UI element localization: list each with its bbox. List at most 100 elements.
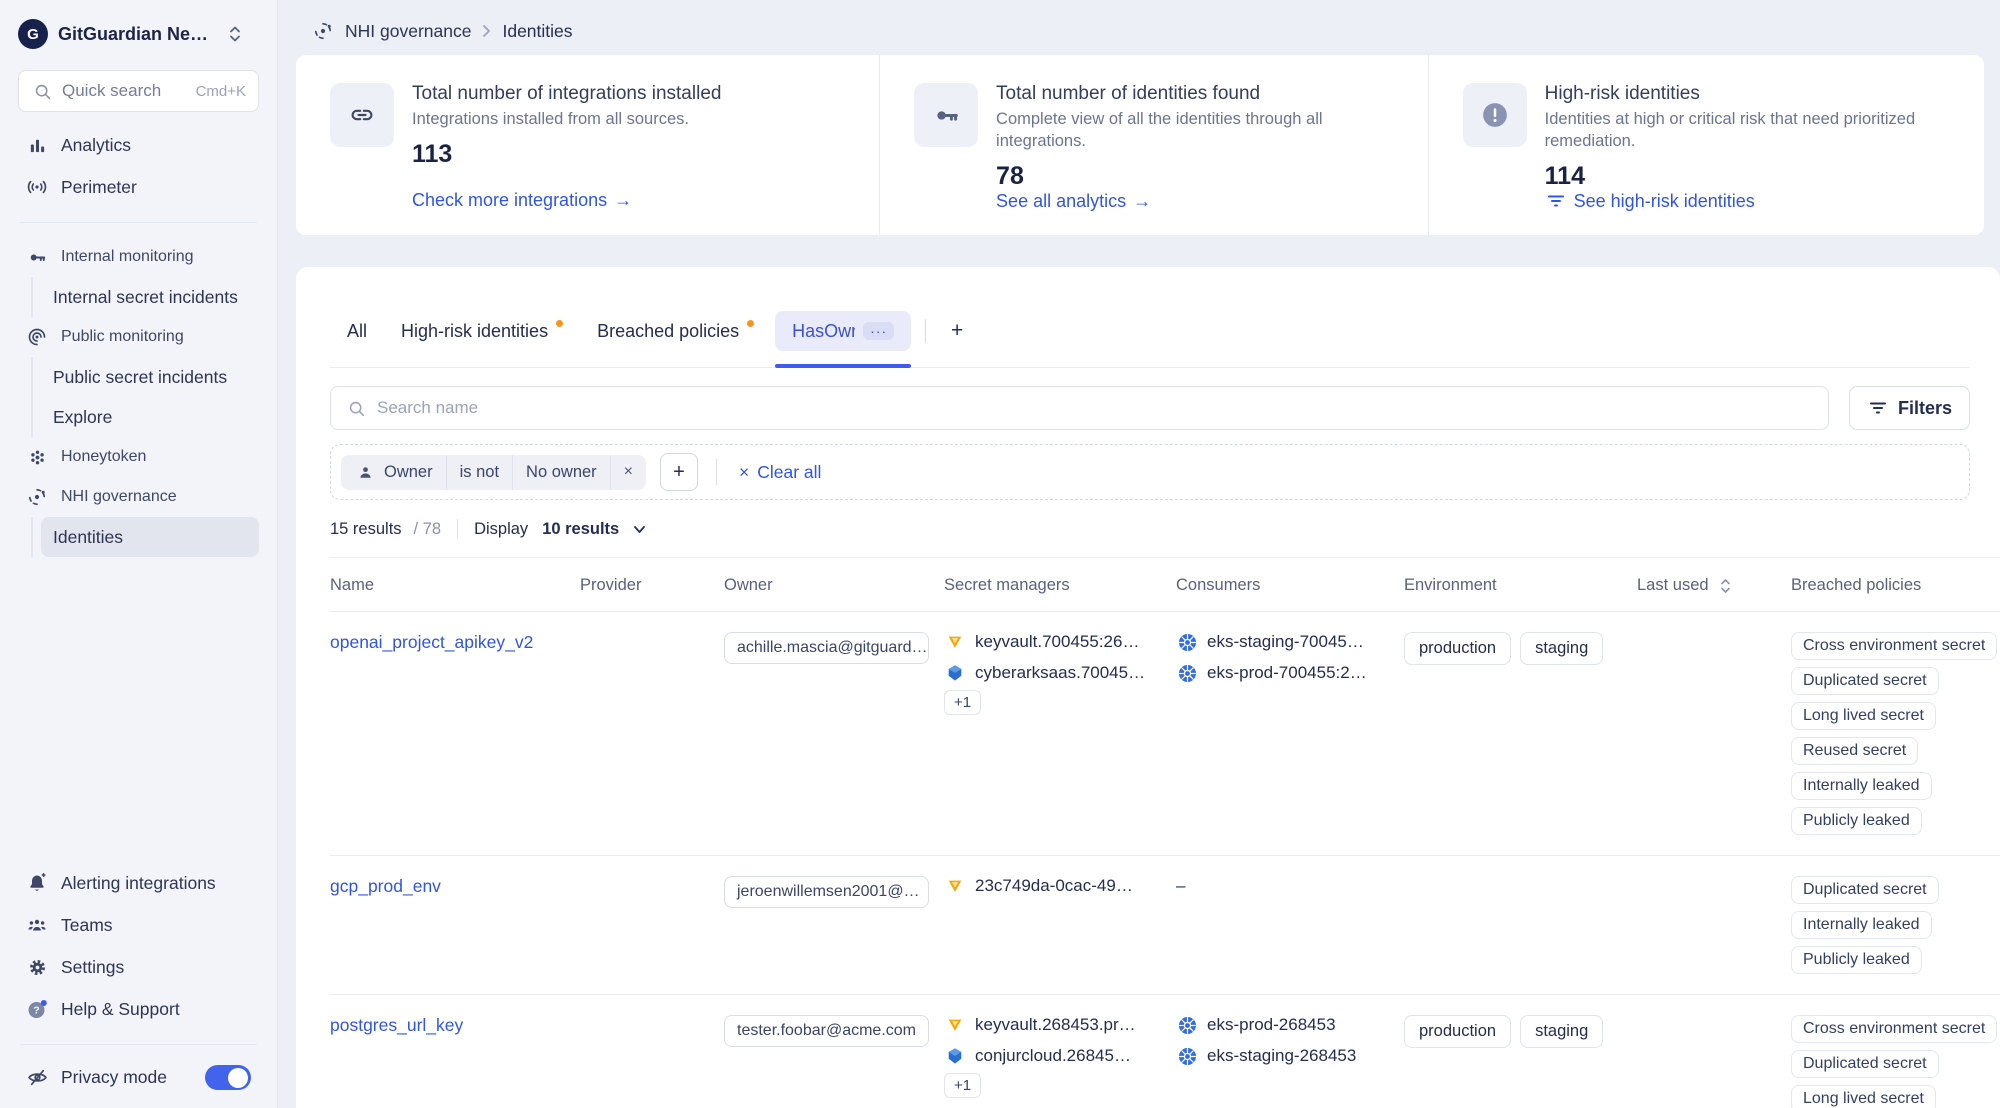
gear-icon [26, 958, 48, 977]
sidebar: G GitGuardian Ne… Quick search Cmd+K [0, 0, 278, 1108]
stat-value: 113 [412, 140, 853, 169]
sidebar-item-identities[interactable]: Identities [41, 517, 259, 557]
sidebar-item-honeytoken[interactable]: Honeytoken [18, 437, 259, 477]
add-filter-button[interactable]: + [660, 453, 698, 491]
column-header-name[interactable]: Name [330, 576, 580, 595]
identity-link[interactable]: postgres_url_key [330, 1015, 463, 1035]
sidebar-item-perimeter[interactable]: Perimeter [18, 166, 259, 208]
filters-label: Filters [1898, 398, 1952, 419]
filter-operator-label: is not [460, 463, 499, 482]
cell-breached-policies: Duplicated secret Internally leaked Publ… [1791, 876, 2000, 974]
column-header-environment[interactable]: Environment [1404, 576, 1637, 595]
sidebar-item-public-monitoring[interactable]: Public monitoring [18, 317, 259, 357]
see-all-analytics-link[interactable]: See all analytics → [996, 191, 1402, 212]
quick-search[interactable]: Quick search Cmd+K [18, 70, 259, 112]
sidebar-item-help-support[interactable]: ? Help & Support [18, 988, 259, 1030]
sidebar-item-alerting-integrations[interactable]: Alerting integrations [18, 862, 259, 904]
stat-value: 78 [996, 162, 1402, 191]
sort-icon[interactable] [1715, 578, 1737, 594]
filter-value[interactable]: No owner [512, 455, 610, 490]
column-header-secret-managers[interactable]: Secret managers [944, 576, 1176, 595]
secret-manager-entry[interactable]: 23c749da-0cac-49… [944, 876, 1164, 896]
main-content: NHI governance Identities Total number o… [278, 0, 2000, 1108]
sidebar-item-label: Explore [53, 407, 112, 428]
search-box[interactable] [330, 386, 1829, 430]
cell-owner: tester.foobar@acme.com [724, 1015, 944, 1052]
secret-manager-entry[interactable]: conjurcloud.26845… [944, 1046, 1164, 1066]
tab-label: Breached policies [597, 321, 739, 342]
tab-hasowner[interactable]: HasOwn ··· [775, 311, 911, 351]
workspace-expand-icon[interactable] [224, 25, 246, 43]
sidebar-item-internal-monitoring[interactable]: Internal monitoring [18, 237, 259, 277]
sidebar-item-nhi-governance[interactable]: NHI governance [18, 477, 259, 517]
identity-link[interactable]: gcp_prod_env [330, 876, 441, 896]
more-chip[interactable]: +1 [944, 690, 981, 715]
add-tab-button[interactable]: + [938, 311, 976, 351]
filter-operator[interactable]: is not [446, 455, 512, 490]
tab-high-risk-identities[interactable]: High-risk identities [384, 311, 580, 351]
consumer-entry[interactable]: eks-prod-700455:2… [1176, 663, 1392, 683]
identity-link[interactable]: openai_project_apikey_v2 [330, 632, 533, 652]
consumer-list: eks-prod-268453 eks-staging-268453 [1176, 1015, 1392, 1066]
quick-search-placeholder: Quick search [62, 81, 161, 101]
target-icon [26, 327, 48, 347]
privacy-mode-row: Privacy mode [18, 1059, 259, 1090]
identities-table: Name Provider Owner Secret managers Cons… [330, 557, 2000, 1108]
secret-manager-entry[interactable]: cyberarksaas.70045… [944, 663, 1164, 683]
column-header-owner[interactable]: Owner [724, 576, 944, 595]
column-header-last-used[interactable]: Last used [1637, 576, 1791, 595]
secret-manager-entry[interactable]: keyvault.700455:26… [944, 632, 1164, 652]
sidebar-item-public-secret-incidents[interactable]: Public secret incidents [41, 357, 259, 397]
sidebar-item-explore[interactable]: Explore [41, 397, 259, 437]
identities-panel: All High-risk identities Breached polici… [296, 267, 2000, 1108]
stat-value: 114 [1545, 162, 1958, 191]
filter-field[interactable]: Owner [341, 455, 446, 490]
chevron-down-icon[interactable] [633, 525, 646, 534]
workspace-switcher[interactable]: G GitGuardian Ne… [18, 14, 259, 54]
filters-button[interactable]: Filters [1849, 386, 1970, 430]
stat-title: Total number of identities found [996, 83, 1402, 105]
consumer-entry[interactable]: eks-prod-268453 [1176, 1015, 1392, 1035]
search-row: Filters [330, 386, 1970, 430]
sidebar-item-label: Analytics [61, 135, 131, 156]
consumer-entry[interactable]: eks-staging-70045… [1176, 632, 1392, 652]
tab-overflow-menu-icon[interactable]: ··· [863, 322, 894, 340]
policy-badge: Duplicated secret [1791, 667, 1939, 695]
consumer-entry[interactable]: eks-staging-268453 [1176, 1046, 1392, 1066]
sidebar-item-label: Alerting integrations [61, 873, 216, 894]
more-chip[interactable]: +1 [944, 1073, 981, 1098]
tab-label: All [347, 321, 367, 342]
tab-breached-policies[interactable]: Breached policies [580, 311, 771, 351]
tab-all[interactable]: All [330, 311, 384, 351]
sidebar-item-label: Settings [61, 957, 124, 978]
breadcrumb-parent[interactable]: NHI governance [345, 21, 471, 42]
clear-all-button[interactable]: × Clear all [739, 462, 821, 483]
cyberark-icon [944, 664, 966, 682]
secret-manager-entry[interactable]: keyvault.268453.pr… [944, 1015, 1164, 1035]
sidebar-item-settings[interactable]: Settings [18, 946, 259, 988]
teams-icon [26, 915, 48, 935]
cell-environment: production staging [1404, 632, 1637, 665]
search-icon [345, 400, 367, 417]
owner-pill: tester.foobar@acme.com [724, 1015, 929, 1047]
chevron-right-icon [482, 24, 491, 38]
privacy-mode-toggle[interactable] [205, 1065, 251, 1090]
sidebar-item-teams[interactable]: Teams [18, 904, 259, 946]
secret-manager-label: keyvault.700455:26… [975, 632, 1139, 652]
check-more-integrations-link[interactable]: Check more integrations → [412, 190, 853, 211]
sidebar-item-internal-secret-incidents[interactable]: Internal secret incidents [41, 277, 259, 317]
column-header-consumers[interactable]: Consumers [1176, 576, 1404, 595]
search-name-input[interactable] [377, 398, 1814, 418]
sidebar-item-analytics[interactable]: Analytics [18, 124, 259, 166]
see-high-risk-identities-link[interactable]: See high-risk identities [1545, 191, 1958, 212]
cell-consumers: – [1176, 876, 1404, 896]
breadcrumb: NHI governance Identities [296, 14, 1984, 48]
column-header-breached-policies[interactable]: Breached policies [1791, 576, 2000, 595]
remove-filter-button[interactable]: × [610, 455, 646, 490]
policy-badge: Duplicated secret [1791, 876, 1939, 904]
kubernetes-icon [1176, 1016, 1198, 1035]
close-icon: × [739, 462, 749, 483]
column-header-provider[interactable]: Provider [580, 576, 724, 595]
policy-badge: Publicly leaked [1791, 946, 1922, 974]
display-value[interactable]: 10 results [542, 520, 619, 539]
